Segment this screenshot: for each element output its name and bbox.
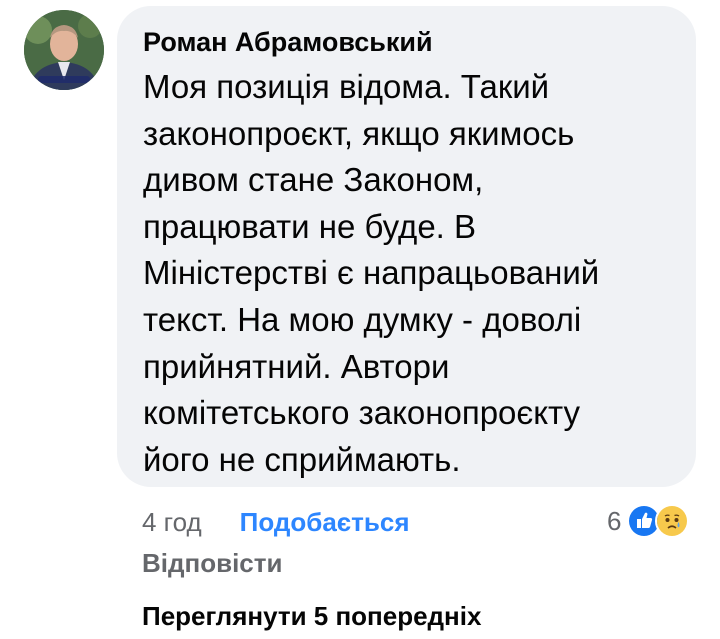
comment-actions: 4 год Подобається bbox=[142, 504, 410, 540]
comment-text-line: текст. На мою думку - доволі bbox=[143, 300, 582, 338]
view-previous-replies-link[interactable]: Переглянути 5 попередніх bbox=[142, 601, 481, 632]
comment-text-line: Моя позиція відома. Такий bbox=[143, 68, 550, 105]
comment-timestamp[interactable]: 4 год bbox=[142, 507, 202, 538]
comment-text: Моя позиція відома. Такий законопроєкт, … bbox=[143, 64, 666, 483]
like-button[interactable]: Подобається bbox=[240, 507, 410, 538]
sad-icon bbox=[655, 504, 690, 538]
reply-button[interactable]: Відповісти bbox=[142, 548, 282, 579]
comment-text-line: Міністерстві є напрацьований bbox=[143, 254, 600, 292]
reaction-summary[interactable]: 6 bbox=[607, 503, 690, 539]
comment-author-name[interactable]: Роман Абрамовський bbox=[143, 26, 666, 58]
comment-text-line: його не сприймають. bbox=[143, 440, 461, 478]
comment-bubble: Роман Абрамовський Моя позиція відома. Т… bbox=[117, 6, 696, 487]
comment-text-line: законопроєкт, якщо якимось bbox=[143, 114, 575, 152]
avatar-photo bbox=[24, 10, 104, 90]
comment-text-line: працювати не буде. В bbox=[143, 207, 477, 245]
comment-text-line: комітетського законопроєкту bbox=[143, 394, 581, 432]
comment-text-line: прийнятний. Автори bbox=[143, 347, 450, 385]
avatar[interactable] bbox=[24, 10, 104, 90]
comment-text-line: дивом стане Законом, bbox=[143, 161, 484, 199]
reaction-count: 6 bbox=[607, 505, 622, 536]
